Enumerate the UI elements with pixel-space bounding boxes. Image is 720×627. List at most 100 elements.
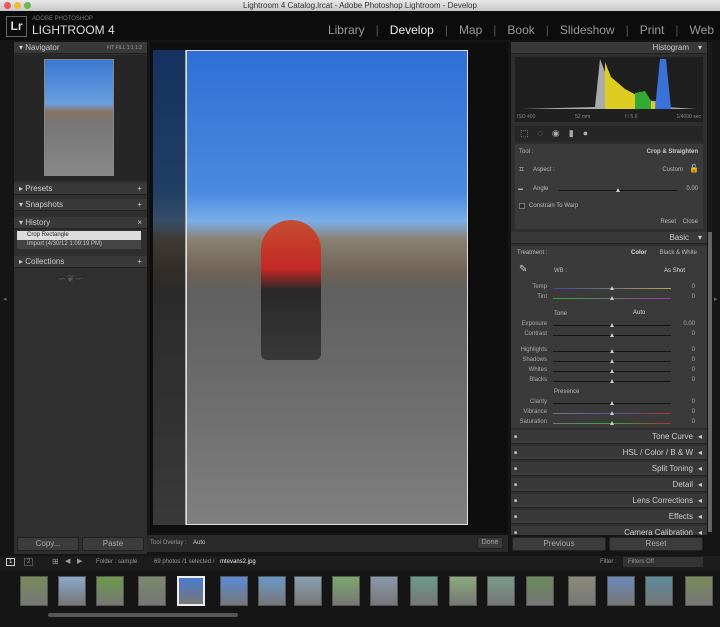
crop-rectangle[interactable]: [186, 50, 468, 525]
history-header[interactable]: ▾ History ×: [14, 217, 147, 229]
presets-header[interactable]: ▸ Presets +: [14, 183, 147, 195]
navigator-preview[interactable]: [44, 59, 114, 176]
collapse-left-icon[interactable]: ◂: [3, 295, 7, 303]
module-library[interactable]: Library: [328, 23, 365, 37]
crop-tool-icon[interactable]: ⬚: [520, 128, 538, 138]
selected-file[interactable]: mtevans2.jpg: [220, 559, 256, 565]
done-button[interactable]: Done: [477, 537, 503, 549]
basic-header[interactable]: Basic ▾: [511, 232, 707, 244]
right-scrollbar[interactable]: [708, 42, 712, 535]
filmstrip-thumbnail[interactable]: [607, 576, 635, 606]
forward-arrow-icon[interactable]: ▶: [77, 557, 82, 565]
filmstrip-thumbnail[interactable]: [96, 576, 124, 606]
filmstrip-thumbnail[interactable]: [138, 576, 166, 606]
minimize-window-button[interactable]: [14, 2, 21, 9]
module-book[interactable]: Book: [507, 23, 534, 37]
zoom-1-1[interactable]: 1:1: [127, 45, 134, 51]
highlights-slider[interactable]: [553, 349, 671, 353]
lock-icon[interactable]: 🔓: [689, 164, 699, 173]
copy-button[interactable]: Copy...: [17, 537, 79, 551]
panel-header-split-toning[interactable]: ■ Split Toning ◂: [511, 462, 707, 476]
zoom-fill[interactable]: FILL: [115, 45, 125, 51]
filmstrip-thumbnail[interactable]: [177, 576, 205, 606]
blacks-slider[interactable]: [553, 379, 671, 383]
filmstrip-thumbnail[interactable]: [370, 576, 398, 606]
filmstrip-thumbnail[interactable]: [685, 576, 713, 606]
temp-slider[interactable]: [553, 286, 671, 290]
graduated-filter-icon[interactable]: ▮: [569, 128, 583, 138]
exposure-slider[interactable]: [553, 323, 671, 327]
module-print[interactable]: Print: [640, 23, 665, 37]
tool-overlay-select[interactable]: Auto: [193, 540, 205, 546]
whites-slider[interactable]: [553, 369, 671, 373]
red-eye-icon[interactable]: ◉: [552, 128, 569, 138]
straighten-tool-icon[interactable]: ▬: [518, 186, 523, 192]
crop-close-button[interactable]: Close: [683, 219, 698, 225]
filmstrip-thumbnail[interactable]: [220, 576, 248, 606]
snapshots-header[interactable]: ▾ Snapshots +: [14, 199, 147, 211]
paste-button[interactable]: Paste: [82, 537, 144, 551]
zoom-fit[interactable]: FIT: [107, 45, 114, 51]
histogram-header[interactable]: Histogram ▾: [511, 42, 707, 54]
filmstrip-thumbnail[interactable]: [58, 576, 86, 606]
tint-slider[interactable]: [553, 296, 671, 300]
filmstrip-scrollbar[interactable]: [48, 613, 238, 617]
filmstrip-thumbnail[interactable]: [449, 576, 477, 606]
filmstrip-thumbnail[interactable]: [20, 576, 48, 606]
history-item-crop[interactable]: Crop Rectangle: [17, 231, 141, 240]
module-map[interactable]: Map: [459, 23, 482, 37]
module-web[interactable]: Web: [690, 23, 714, 37]
contrast-slider[interactable]: [553, 333, 671, 337]
treatment-color[interactable]: Color: [631, 250, 647, 256]
collections-header[interactable]: ▸ Collections +: [14, 256, 147, 268]
panel-header-lens-corrections[interactable]: ■ Lens Corrections ◂: [511, 494, 707, 508]
filmstrip-thumbnail[interactable]: [526, 576, 554, 606]
filmstrip-thumbnail[interactable]: [645, 576, 673, 606]
module-develop[interactable]: Develop: [390, 23, 434, 37]
wb-select[interactable]: As Shot: [664, 268, 685, 274]
filmstrip-thumbnail[interactable]: [568, 576, 596, 606]
zoom-window-button[interactable]: [24, 2, 31, 9]
filmstrip-thumbnail[interactable]: [410, 576, 438, 606]
navigator-header[interactable]: ▾ Navigator FIT FILL 1:1 1:2: [14, 42, 147, 54]
panel-header-tone-curve[interactable]: ■ Tone Curve ◂: [511, 430, 707, 444]
clarity-slider[interactable]: [553, 401, 671, 405]
photo[interactable]: [153, 50, 468, 525]
spot-removal-icon[interactable]: ◌: [538, 128, 552, 138]
history-item-import[interactable]: Import (4/30/12 1:09:19 PM): [17, 240, 141, 249]
window-1-button[interactable]: 1: [6, 558, 16, 566]
collapse-right-icon[interactable]: ▸: [714, 295, 718, 303]
constrain-checkbox[interactable]: [519, 203, 525, 209]
panel-header-detail[interactable]: ■ Detail ◂: [511, 478, 707, 492]
saturation-slider[interactable]: [553, 421, 671, 425]
window-2-button[interactable]: 2: [24, 558, 34, 566]
filmstrip-thumbnail[interactable]: [258, 576, 286, 606]
shadows-slider[interactable]: [553, 359, 671, 363]
slider-value: 0: [691, 331, 695, 337]
folder-label[interactable]: Folder : sample: [96, 559, 137, 565]
zoom-1-2[interactable]: 1:2: [135, 45, 142, 51]
adjustment-brush-icon[interactable]: ●: [583, 128, 597, 138]
reset-button[interactable]: Reset: [609, 537, 703, 551]
treatment-bw[interactable]: Black & White: [660, 250, 697, 256]
filmstrip-thumbnail[interactable]: [332, 576, 360, 606]
previous-button[interactable]: Previous: [512, 537, 606, 551]
eyedropper-icon[interactable]: ✎: [519, 264, 527, 275]
panel-header-camera-calibration[interactable]: ■ Camera Calibration ◂: [511, 526, 707, 535]
auto-tone-button[interactable]: Auto: [633, 310, 645, 316]
filmstrip-thumbnail[interactable]: [487, 576, 515, 606]
vibrance-slider[interactable]: [553, 411, 671, 415]
angle-slider[interactable]: [559, 188, 677, 192]
back-arrow-icon[interactable]: ◀: [65, 557, 70, 565]
panel-header-effects[interactable]: ■ Effects ◂: [511, 510, 707, 524]
filter-select[interactable]: Filters Off: [623, 557, 703, 567]
filmstrip-thumbnail[interactable]: [294, 576, 322, 606]
crop-frame-icon[interactable]: ⌗: [519, 164, 524, 175]
crop-reset-button[interactable]: Reset: [660, 219, 676, 225]
grid-icon[interactable]: ⊞: [52, 557, 59, 566]
aspect-select[interactable]: Custom: [662, 167, 683, 173]
module-slideshow[interactable]: Slideshow: [560, 23, 615, 37]
close-window-button[interactable]: [4, 2, 11, 9]
slider-label: Contrast: [524, 331, 547, 337]
panel-header-hsl-color-b-w[interactable]: ■ HSL / Color / B & W ◂: [511, 446, 707, 460]
